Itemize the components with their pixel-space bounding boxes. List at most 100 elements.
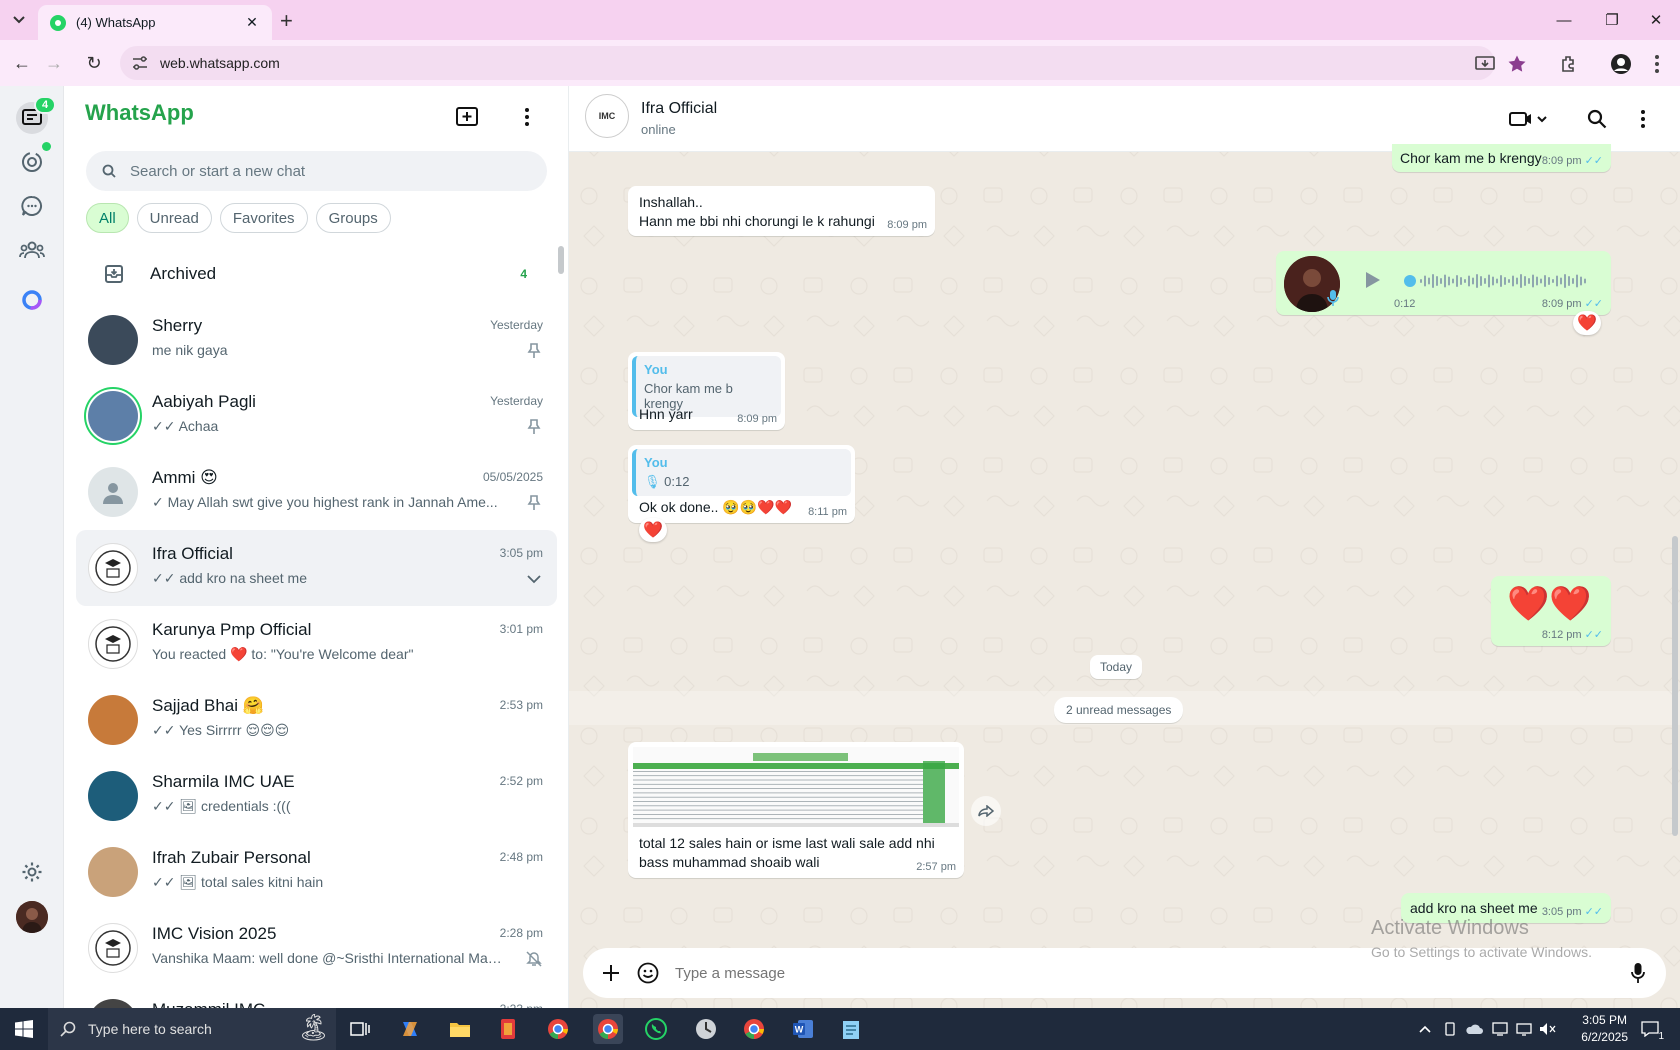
file-explorer-icon[interactable] (445, 1014, 475, 1044)
whatsapp-taskbar-icon[interactable] (641, 1014, 671, 1044)
chat-list-scrollbar[interactable] (558, 246, 564, 274)
new-tab-button[interactable]: + (280, 8, 293, 34)
site-info-icon[interactable] (132, 56, 148, 70)
message-outgoing[interactable]: Chor kam me b krengy 8:09 pm ✓✓ (1392, 144, 1611, 172)
settings-icon[interactable] (16, 856, 48, 888)
bookmark-star-icon[interactable] (1504, 51, 1530, 77)
chat-row[interactable]: Aabiyah Pagli Yesterday ✓✓ Achaa (76, 378, 557, 454)
sheet-row-line (633, 805, 923, 807)
chat-search-bar[interactable]: Search or start a new chat (86, 151, 547, 191)
forward-icon[interactable] (971, 796, 1001, 826)
chat-row[interactable]: Sherry Yesterday me nik gaya (76, 302, 557, 378)
new-chat-icon[interactable] (454, 104, 480, 130)
tab-close-icon[interactable]: ✕ (244, 14, 260, 31)
remote-icon[interactable] (1489, 1014, 1511, 1044)
chat-row[interactable]: Ifrah Zubair Personal 2:48 pm ✓✓ 🖼 total s… (76, 834, 557, 910)
task-view-icon[interactable] (345, 1014, 375, 1044)
forward-button[interactable]: → (42, 51, 66, 75)
extensions-icon[interactable] (1556, 51, 1582, 77)
taskbar-clock[interactable]: 3:05 PM 6/2/2025 (1581, 1012, 1628, 1046)
chat-row[interactable]: Sharmila IMC UAE 2:52 pm ✓✓ 🖼 credentials … (76, 758, 557, 834)
chrome-profile-icon[interactable] (739, 1014, 769, 1044)
chat-avatar (88, 467, 138, 517)
communities-icon[interactable] (16, 234, 48, 266)
chat-row[interactable]: Sajjad Bhai 🤗 2:53 pm ✓✓ Yes Sirrrrr 😌😌😌 (76, 682, 557, 758)
channels-icon[interactable] (16, 190, 48, 222)
notifications-icon[interactable]: 1 (1634, 1014, 1666, 1044)
clock-app-icon[interactable] (691, 1014, 721, 1044)
quoted-message[interactable]: You 🎙 0:12 (632, 449, 851, 496)
chat-row[interactable]: Ammi 😍 05/05/2025 ✓ May Allah swt give you… (76, 454, 557, 530)
install-app-icon[interactable] (1472, 51, 1498, 77)
filter-favorites[interactable]: Favorites (219, 203, 308, 233)
chrome-active-icon[interactable] (593, 1014, 623, 1044)
browser-menu-icon[interactable] (1644, 51, 1670, 77)
chat-row[interactable]: IMC Vision 2025 2:28 pm Vanshika Maam: wel… (76, 910, 557, 986)
chat-name: Ifra Official (152, 544, 233, 563)
notepad-icon[interactable] (836, 1014, 866, 1044)
filter-all[interactable]: All (86, 203, 129, 233)
audio-waveform[interactable] (1404, 270, 1594, 292)
filter-unread[interactable]: Unread (136, 203, 212, 233)
profile-avatar-icon[interactable] (1608, 51, 1634, 77)
spreadsheet-image[interactable] (633, 747, 959, 827)
chat-row[interactable]: Muzammil IMC2:23 pm (76, 986, 557, 1008)
waveform-bar (1524, 276, 1526, 286)
voice-message-outgoing[interactable]: 0:12 8:09 pm ✓✓ (1276, 251, 1611, 315)
restore-button[interactable]: ❐ (1588, 0, 1636, 40)
waveform-bar (1548, 277, 1550, 285)
message-input[interactable] (675, 964, 1616, 982)
message-incoming[interactable]: Inshallah.. Hann me bbi nhi chorungi le … (628, 186, 935, 236)
filter-groups[interactable]: Groups (315, 203, 391, 233)
taskbar-search-box[interactable]: Type here to search 🏝 (48, 1008, 336, 1050)
minimize-button[interactable]: — (1540, 0, 1588, 40)
tray-overflow-icon[interactable] (1414, 1014, 1436, 1044)
heart-reaction[interactable]: ❤️ (639, 518, 667, 542)
video-call-icon[interactable] (1509, 106, 1549, 132)
contact-avatar[interactable]: IMC (585, 94, 629, 138)
contact-name[interactable]: Ifra Official (641, 100, 717, 118)
menu-kebab-icon[interactable] (514, 104, 540, 130)
emoji-icon[interactable] (633, 962, 663, 984)
chrome-icon[interactable] (543, 1014, 573, 1044)
emoji-message-outgoing[interactable]: ❤️❤️ 8:12 pm ✓✓ (1491, 576, 1611, 646)
network-icon[interactable] (1513, 1014, 1535, 1044)
reply-message-incoming[interactable]: You Chor kam me b krengy Hnn yarr 8:09 p… (628, 352, 785, 430)
reply-message-incoming[interactable]: You 🎙 0:12 Ok ok done.. 🥹🥹❤️❤️ 8:11 pm (628, 445, 855, 523)
voice-record-icon[interactable] (1616, 962, 1660, 984)
back-button[interactable]: ← (10, 51, 34, 75)
message-text: ❤️❤️ (1507, 585, 1592, 623)
status-icon[interactable] (16, 146, 48, 178)
windows-start-icon[interactable] (9, 1014, 39, 1044)
tab-search-button[interactable] (6, 8, 32, 32)
waveform-bar (1556, 275, 1558, 287)
chevron-down-icon[interactable] (525, 570, 543, 588)
heart-reaction[interactable]: ❤️ (1573, 311, 1601, 335)
archived-row[interactable]: Archived 4 (64, 246, 568, 302)
volume-muted-icon[interactable] (1537, 1014, 1559, 1044)
chat-preview: ✓✓ add kro na sheet me (152, 570, 307, 586)
close-window-button[interactable]: ✕ (1632, 0, 1680, 40)
profile-photo-avatar[interactable] (16, 901, 48, 933)
onedrive-icon[interactable] (1463, 1014, 1485, 1044)
app-icon-figure[interactable] (493, 1014, 523, 1044)
image-message-incoming[interactable]: total 12 sales hain or isme last wali sa… (628, 742, 964, 878)
conversation-header[interactable]: IMC Ifra Official online (569, 86, 1680, 152)
tray-device-icon[interactable] (1439, 1014, 1461, 1044)
word-icon[interactable]: W (788, 1014, 818, 1044)
conversation-scrollbar[interactable] (1672, 536, 1678, 836)
copilot-icon[interactable] (395, 1014, 425, 1044)
search-messages-icon[interactable] (1587, 106, 1607, 132)
chat-row[interactable]: Ifra Official 3:05 pm ✓✓ add kro na sheet … (76, 530, 557, 606)
chat-row[interactable]: Karunya Pmp Official 3:01 pm You reacted ❤… (76, 606, 557, 682)
reload-button[interactable]: ↻ (82, 51, 106, 75)
chat-preview: You reacted ❤️ to: "You're Welcome dear" (152, 646, 414, 662)
conversation-menu-icon[interactable] (1641, 106, 1645, 132)
waveform-bar (1500, 275, 1502, 287)
browser-tab-whatsapp[interactable]: (4) WhatsApp ✕ (38, 5, 272, 40)
play-icon[interactable] (1361, 269, 1383, 291)
meta-ai-icon[interactable] (16, 284, 48, 316)
address-bar[interactable]: web.whatsapp.com (120, 46, 1495, 80)
chat-avatar (88, 391, 138, 441)
attach-plus-icon[interactable] (589, 964, 633, 982)
